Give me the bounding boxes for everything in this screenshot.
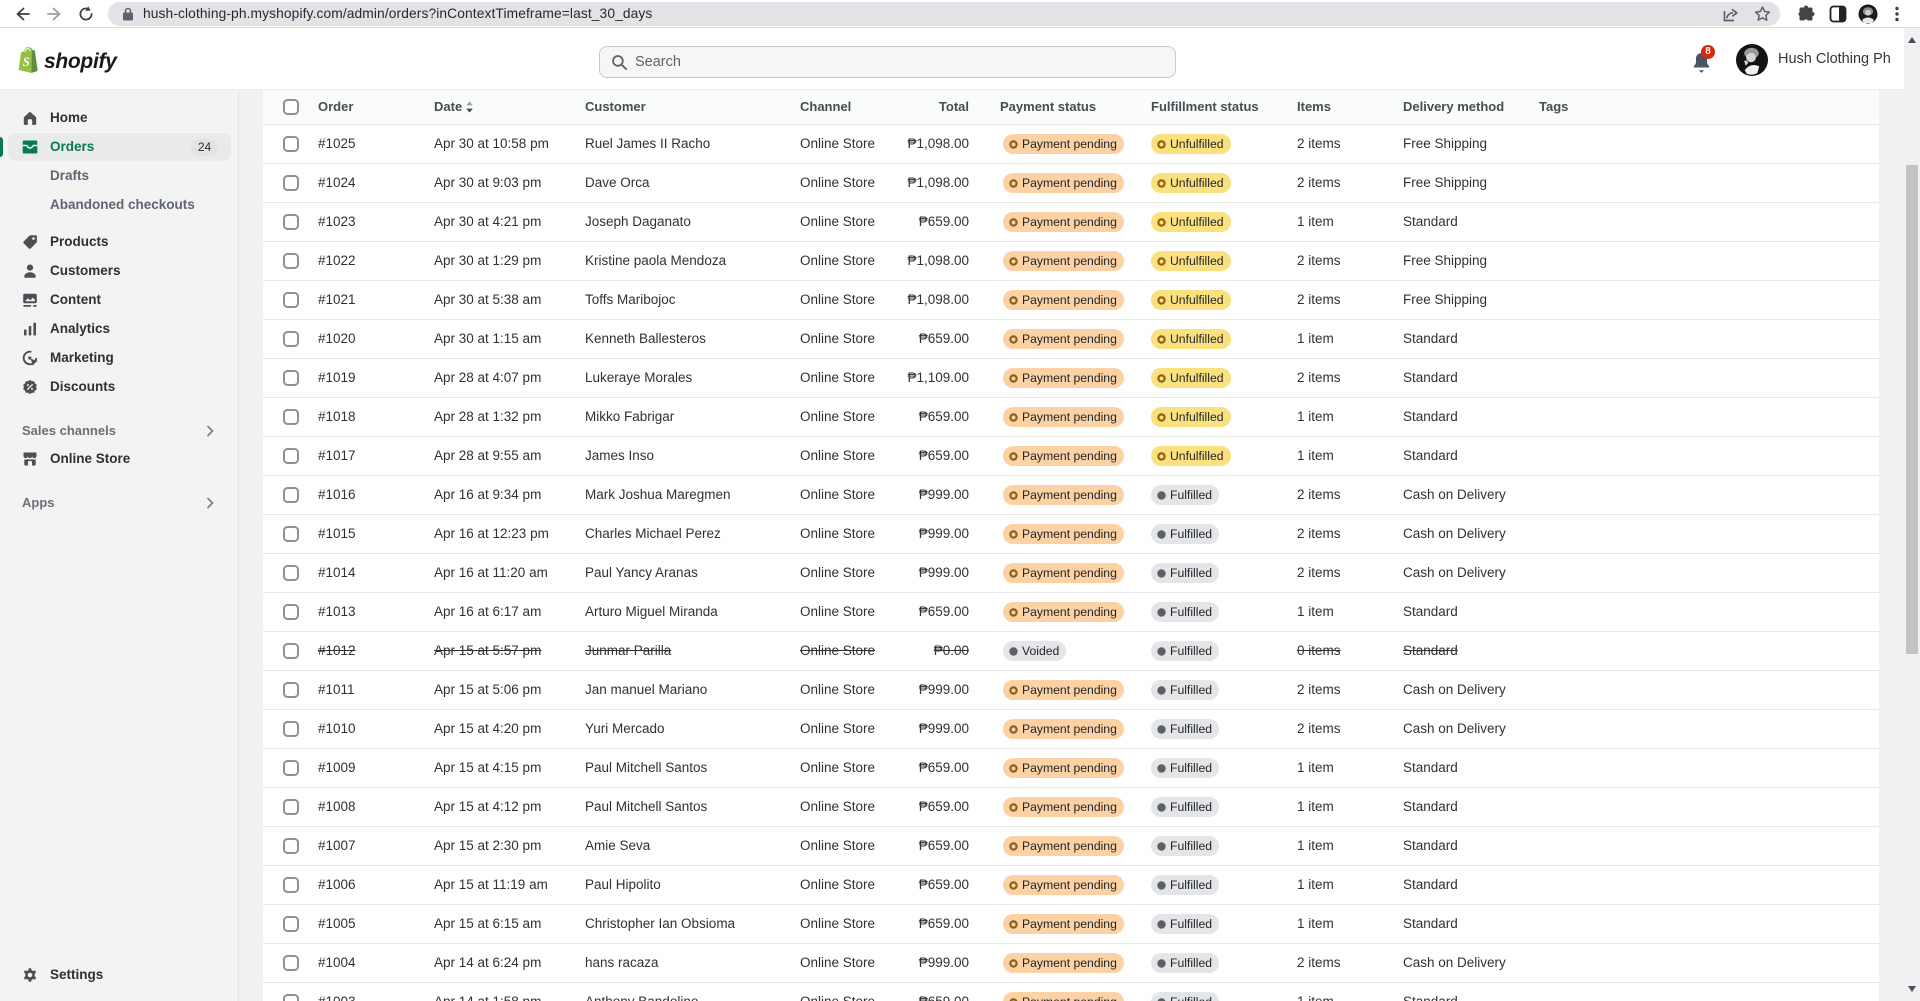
svg-text:S: S (23, 54, 30, 69)
